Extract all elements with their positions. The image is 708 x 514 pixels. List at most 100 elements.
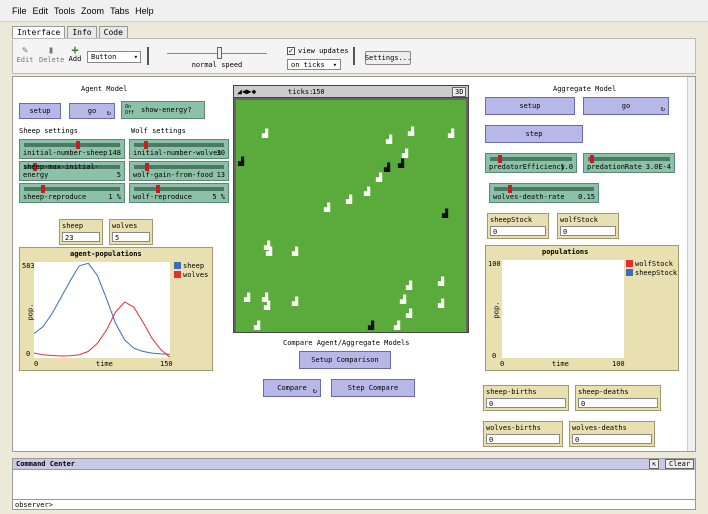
clear-button[interactable]: Clear (665, 459, 695, 469)
y-axis-label: pop. (492, 301, 501, 319)
wolf-gain-from-food-slider[interactable]: wolf-gain-from-food 13 (129, 161, 229, 181)
wolves-deaths-monitor: wolves-deaths 0 (569, 421, 655, 447)
monitor-label: sheep-births (486, 388, 537, 396)
monitor-value: 0 (490, 226, 546, 236)
update-mode-select[interactable]: on ticks ▾ (287, 59, 341, 70)
aggregate-go-button[interactable]: go ↻ (583, 97, 669, 115)
switch-toggle[interactable]: On Off (125, 104, 135, 116)
menu-zoom[interactable]: Zoom (81, 6, 104, 16)
wolf-reproduce-slider[interactable]: wolf-reproduce 5 % (129, 183, 229, 203)
menu-edit[interactable]: Edit (33, 6, 49, 16)
slider-label: predationRate (587, 163, 642, 171)
populations-plot: populations 100 0 pop. 0 time 100 wolfSt… (485, 245, 679, 371)
slider-knob[interactable] (76, 141, 81, 149)
monitor-label: sheep-deaths (578, 388, 629, 396)
wolf-stock-monitor: wolfStock 0 (557, 213, 619, 239)
menu-file[interactable]: File (12, 6, 27, 16)
widget-select[interactable]: Button ▾ (87, 51, 141, 63)
add-tool[interactable]: + Add (67, 44, 83, 63)
speed-label: normal speed (191, 61, 243, 69)
edit-label: Edit (16, 56, 34, 64)
slider-label: wolf-reproduce (133, 193, 193, 201)
agent-populations-plot: agent-populations 583 0 pop. 0 time 150 … (19, 247, 213, 371)
x-axis-label: time (96, 360, 113, 368)
sheep-max-initial-energy-slider[interactable]: sheep-max-initial-energy 5 (19, 161, 125, 181)
wolves-death-rate-slider[interactable]: wolves-death-rate 0.15 (489, 183, 599, 203)
sheep-agent: ▟ (292, 247, 299, 256)
edit-tool[interactable]: ✎ Edit (15, 45, 35, 64)
tab-code[interactable]: Code (98, 26, 128, 38)
agent-model-title: Agent Model (81, 85, 128, 93)
sheep-agent: ▟ (438, 277, 445, 286)
sheep-stock-monitor: sheepStock 0 (487, 213, 549, 239)
slider-label: initial-number-sheep (23, 149, 108, 157)
legend-wolfstock: wolfStock (635, 260, 673, 268)
predation-rate-slider[interactable]: predationRate 3.0E-4 (583, 153, 675, 173)
view-controls-icon[interactable]: ◢◀▶◆ (237, 87, 256, 96)
slider-knob[interactable] (590, 155, 595, 163)
expand-icon[interactable]: ⇱ (649, 459, 660, 469)
3d-button[interactable]: 3D (452, 87, 467, 97)
sheep-agent: ▟ (448, 129, 455, 138)
toolbar-divider (353, 47, 355, 65)
command-center-title: Command Center (16, 460, 76, 468)
setup-comparison-button[interactable]: Setup Comparison (299, 351, 391, 369)
series-line-sheep (33, 262, 171, 355)
legend-sheepstock: sheepStock (635, 269, 678, 277)
ticks-label: ticks: (288, 88, 314, 96)
legend-sheep: sheep (183, 262, 205, 270)
slider-knob[interactable] (497, 155, 502, 163)
sheep-deaths-monitor: sheep-deaths 0 (575, 385, 661, 411)
show-energy-switch[interactable]: On Off show-energy? (121, 101, 205, 119)
command-center: Command Center ⇱ Clear observer> (12, 458, 696, 510)
agent-go-label: go (87, 107, 97, 115)
tab-info[interactable]: Info (67, 26, 97, 38)
sheep-agent: ▟ (406, 281, 413, 290)
speed-slider-knob[interactable] (217, 47, 222, 59)
slider-knob[interactable] (508, 185, 513, 193)
step-compare-button[interactable]: Step Compare (331, 379, 415, 397)
sheep-agent: ▟ (386, 135, 393, 144)
command-input[interactable] (55, 500, 685, 509)
slider-value: 5 % (212, 193, 225, 201)
sheep-reproduce-slider[interactable]: sheep-reproduce 1 % (19, 183, 125, 203)
slider-knob[interactable] (144, 141, 149, 149)
monitor-value: 0 (486, 398, 566, 408)
toolbar: ✎ Edit ▮ Delete + Add Button ▾ normal sp… (12, 38, 696, 74)
sheep-agent: ▟ (346, 195, 353, 204)
menu-help[interactable]: Help (135, 6, 154, 16)
slider-knob[interactable] (155, 185, 160, 193)
view-updates-checkbox[interactable]: ✓ (287, 47, 295, 55)
slider-knob[interactable] (145, 163, 150, 171)
observer-selector[interactable]: observer> (15, 501, 53, 509)
delete-tool[interactable]: ▮ Delete (39, 45, 64, 64)
agent-setup-button[interactable]: setup (19, 103, 61, 119)
monitor-value: 5 (112, 232, 150, 242)
vertical-scrollbar[interactable] (687, 77, 695, 451)
slider-value: 5 (116, 171, 121, 179)
aggregate-step-button[interactable]: step (485, 125, 583, 143)
sheep-agent: ▟ (292, 297, 299, 306)
show-energy-label: show-energy? (141, 106, 192, 114)
sheep-agent: ▟ (324, 203, 331, 212)
initial-number-sheep-slider[interactable]: initial-number-sheep 148 (19, 139, 125, 159)
settings-button[interactable]: Settings... (365, 51, 411, 65)
sheep-agent: ▟ (244, 293, 251, 302)
menu-tabs[interactable]: Tabs (110, 6, 129, 16)
legend-swatch-sheepstock (626, 269, 633, 276)
initial-number-wolves-slider[interactable]: initial-number-wolves 30 (129, 139, 229, 159)
slider-knob[interactable] (40, 185, 45, 193)
world-patch-area[interactable]: ▟ ▟ ▟ ▟ ▟ ▟ ▟ ▟ ▟ ▟ ▟ ▟ ▟ ▟ ▟ ▟ ▟ ▟ ▟ ▟ … (236, 100, 466, 332)
agent-go-button[interactable]: go ↻ (69, 103, 115, 119)
tab-interface[interactable]: Interface (12, 26, 66, 38)
predator-efficiency-slider[interactable]: predatorEfficiency 1.0 (485, 153, 577, 173)
monitor-label: wolves (112, 222, 138, 230)
forever-icon: ↻ (106, 109, 111, 117)
compare-button[interactable]: Compare ↻ (263, 379, 321, 397)
aggregate-setup-button[interactable]: setup (485, 97, 575, 115)
menu-tools[interactable]: Tools (54, 6, 75, 16)
sheep-agent: ▟ (254, 321, 261, 330)
legend-swatch-sheep (174, 262, 181, 269)
wolf-agent: ▟ (238, 157, 245, 166)
slider-track (24, 187, 120, 191)
